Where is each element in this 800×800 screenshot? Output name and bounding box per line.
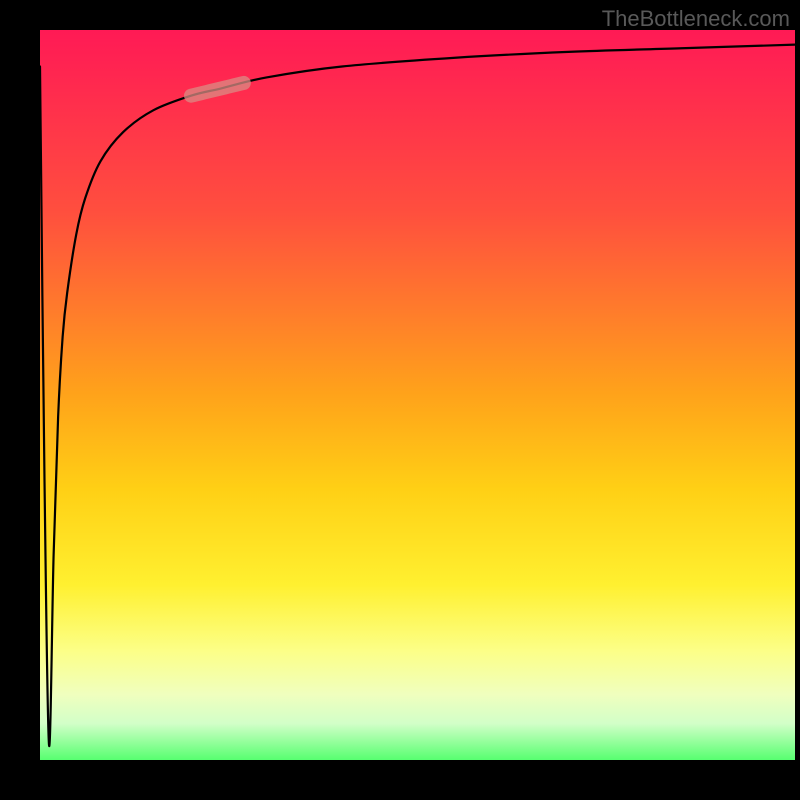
attribution-text: TheBottleneck.com: [602, 6, 790, 32]
plot-area: [40, 30, 795, 760]
curve-highlight-segment: [191, 83, 244, 96]
bottleneck-curve-line: [40, 45, 795, 747]
chart-container: TheBottleneck.com: [0, 0, 800, 800]
curve-svg: [40, 30, 795, 760]
